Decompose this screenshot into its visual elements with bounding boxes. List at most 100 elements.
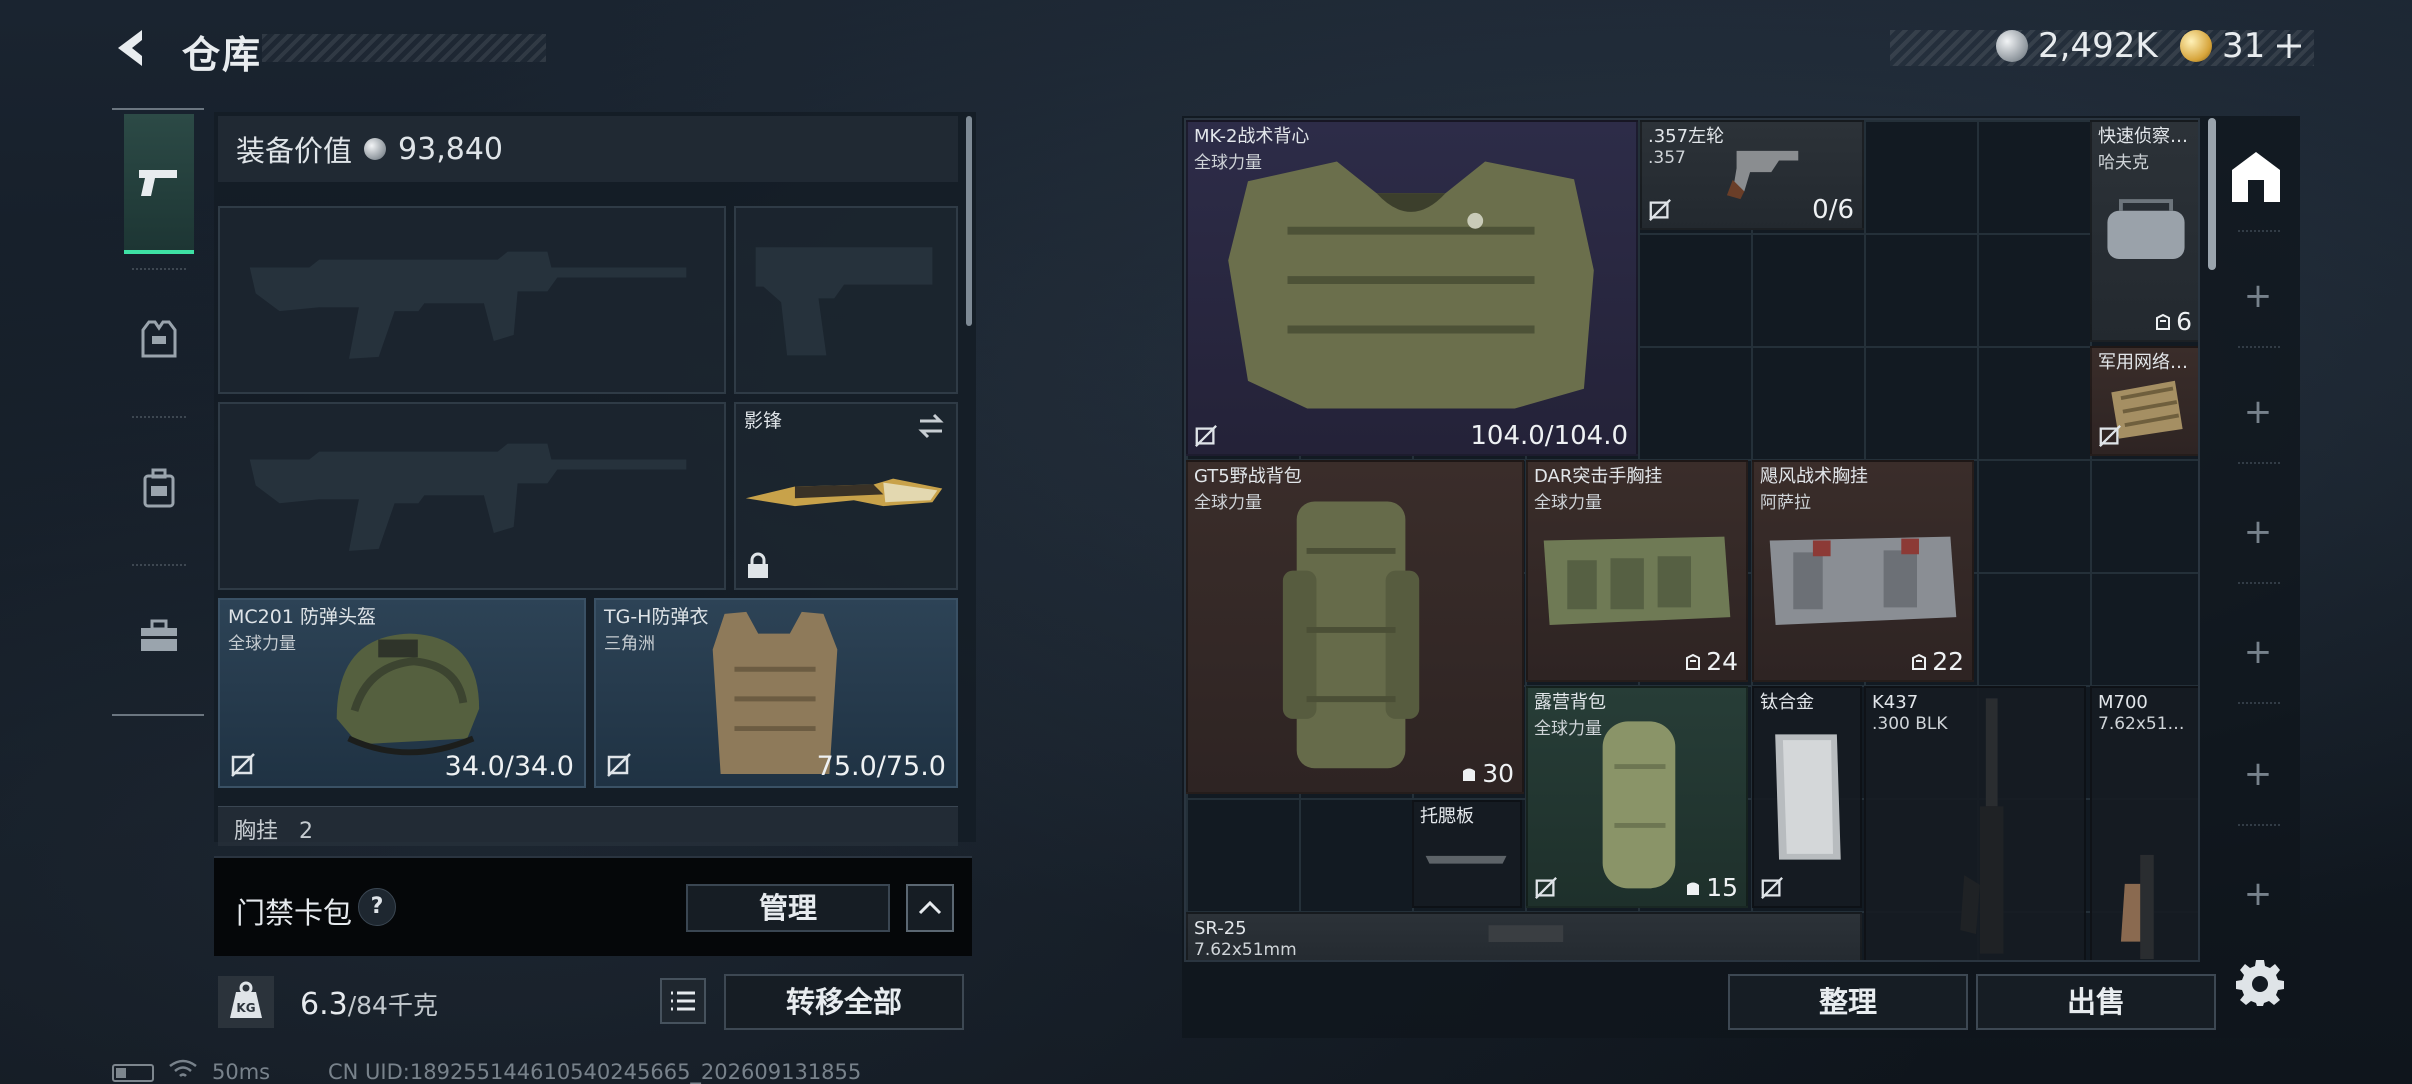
help-button[interactable]: ? bbox=[358, 888, 396, 926]
back-arrow-icon[interactable] bbox=[112, 26, 156, 70]
weight-readout: 6.3/84千克 bbox=[300, 986, 438, 1022]
item-capacity: 6 bbox=[2154, 307, 2192, 336]
stash-item-camping-pack[interactable]: 露营背包 全球力量 15 bbox=[1526, 686, 1748, 908]
metal-plate-image bbox=[1775, 734, 1841, 860]
uninsured-icon bbox=[1761, 877, 1783, 899]
stash-item-gt5-backpack[interactable]: GT5野战背包 全球力量 30 bbox=[1186, 460, 1524, 794]
capacity-icon bbox=[1686, 653, 1701, 670]
list-icon bbox=[671, 991, 695, 1011]
backpack-image bbox=[1282, 501, 1420, 769]
uninsured-icon bbox=[607, 753, 631, 777]
rifle-image bbox=[1488, 925, 1564, 942]
silver-coin-icon bbox=[364, 138, 387, 160]
chest-rig-count: 2 bbox=[299, 819, 314, 844]
melee-slot[interactable]: 影锋 bbox=[734, 402, 958, 590]
add-stash-tab-button[interactable]: + bbox=[2240, 278, 2276, 314]
stash-scrollbar[interactable] bbox=[2208, 118, 2216, 270]
equipment-value: 93,840 bbox=[398, 131, 503, 167]
stash-item-recon-pack[interactable]: 快速侦察… 哈夫克 6 bbox=[2090, 120, 2198, 342]
rifle-silhouette-icon bbox=[249, 251, 687, 359]
helmet-durability: 34.0/34.0 bbox=[444, 751, 574, 782]
add-stash-tab-button[interactable]: + bbox=[2240, 876, 2276, 912]
armor-name: TG-H防弹衣 bbox=[604, 606, 709, 628]
stash-home-icon[interactable] bbox=[2224, 144, 2288, 208]
body-armor-slot[interactable]: TG-H防弹衣 三角洲 75.0/75.0 bbox=[594, 598, 958, 788]
equipment-value-label: 装备价值 bbox=[236, 134, 353, 168]
armor-vest-icon bbox=[141, 320, 177, 358]
capacity-icon bbox=[1463, 768, 1476, 781]
tactical-vest-image bbox=[1228, 161, 1594, 409]
gold-amount: 31 bbox=[2222, 26, 2266, 66]
svg-text:KG: KG bbox=[236, 1001, 255, 1015]
helmet-slot[interactable]: MC201 防弹头盔 全球力量 34.0/34.0 bbox=[218, 598, 586, 788]
rifle-image bbox=[2120, 854, 2154, 960]
primary-weapon-slot[interactable] bbox=[218, 206, 726, 394]
nav-backpack[interactable] bbox=[124, 418, 194, 558]
nav-weapons[interactable] bbox=[124, 114, 194, 254]
sort-button[interactable]: 整理 bbox=[1728, 974, 1968, 1030]
stash-grid[interactable]: MK-2战术背心 全球力量 104.0/104.0 .357左轮 .357 0/… bbox=[1184, 118, 2200, 962]
stash-tab-column: + + + + + + bbox=[2218, 118, 2298, 948]
stash-item-cheek-rest[interactable]: 托腮板 bbox=[1412, 800, 1522, 908]
sell-button[interactable]: 出售 bbox=[1976, 974, 2216, 1030]
stash-item-sr25[interactable]: SR-25 7.62x51mm bbox=[1186, 912, 1862, 960]
silver-coin-icon bbox=[1996, 30, 2028, 62]
stash-item-357-revolver[interactable]: .357左轮 .357 0/6 bbox=[1640, 120, 1864, 230]
add-stash-tab-button[interactable]: + bbox=[2240, 514, 2276, 550]
loadout-scrollbar[interactable] bbox=[966, 116, 972, 326]
capacity-icon bbox=[1687, 882, 1700, 895]
uninsured-icon bbox=[231, 753, 255, 777]
weight-indicator: KG bbox=[218, 976, 274, 1028]
item-capacity: 24 bbox=[1684, 647, 1738, 676]
uninsured-icon bbox=[2099, 425, 2121, 447]
chest-rig-label: 胸挂 bbox=[234, 819, 279, 844]
stash-item-dar-rig[interactable]: DAR突击手胸挂 全球力量 24 bbox=[1526, 460, 1748, 682]
silver-currency: 2,492K bbox=[1996, 26, 2158, 66]
helmet-name: MC201 防弹头盔 bbox=[228, 606, 376, 628]
category-nav bbox=[112, 108, 204, 716]
armor-durability: 75.0/75.0 bbox=[816, 751, 946, 782]
stash-item-mk2-vest[interactable]: MK-2战术背心 全球力量 104.0/104.0 bbox=[1186, 120, 1638, 456]
add-stash-tab-button[interactable]: + bbox=[2240, 394, 2276, 430]
stash-item-m700[interactable]: M700 7.62x51… bbox=[2090, 686, 2198, 960]
melee-name: 影锋 bbox=[744, 410, 783, 432]
sidearm-slot[interactable] bbox=[734, 206, 958, 394]
page-title: 仓库 bbox=[182, 33, 263, 77]
nav-toolbox[interactable] bbox=[124, 566, 194, 706]
stash-item-military-network[interactable]: 军用网络… bbox=[2090, 346, 2198, 456]
item-capacity: 30 bbox=[1460, 759, 1514, 788]
chest-rig-row[interactable]: 胸挂 2 bbox=[218, 806, 958, 846]
pistol-silhouette-icon bbox=[755, 247, 933, 356]
stash-item-titanium[interactable]: 钛合金 bbox=[1752, 686, 1862, 908]
nav-armor[interactable] bbox=[124, 270, 194, 410]
list-view-button[interactable] bbox=[660, 978, 706, 1024]
rifle-silhouette-icon bbox=[249, 443, 687, 551]
helmet-faction: 全球力量 bbox=[228, 634, 296, 654]
secondary-weapon-slot[interactable] bbox=[218, 402, 726, 590]
pistol-icon bbox=[139, 170, 177, 196]
swap-icon[interactable] bbox=[916, 412, 946, 440]
gold-currency[interactable]: 31 bbox=[2180, 26, 2303, 66]
transfer-all-button[interactable]: 转移全部 bbox=[724, 974, 964, 1030]
add-currency-icon[interactable] bbox=[2275, 32, 2303, 60]
armor-faction: 三角洲 bbox=[604, 634, 655, 654]
stash-item-hurricane-rig[interactable]: 飓风战术胸挂 阿萨拉 22 bbox=[1752, 460, 1974, 682]
item-durability: 104.0/104.0 bbox=[1470, 421, 1628, 451]
user-uid: CN UID:18925514461054024566­5_2026091318… bbox=[328, 1060, 862, 1084]
expand-button[interactable] bbox=[906, 884, 954, 932]
lock-icon bbox=[748, 552, 768, 578]
silver-amount: 2,492K bbox=[2038, 26, 2158, 66]
manage-button[interactable]: 管理 bbox=[686, 884, 890, 932]
title-decoration bbox=[262, 34, 546, 62]
add-stash-tab-button[interactable]: + bbox=[2240, 634, 2276, 670]
uninsured-icon bbox=[1535, 877, 1557, 899]
rifle-image bbox=[1960, 698, 2004, 954]
backpack-icon bbox=[143, 468, 175, 508]
battery-icon bbox=[112, 1064, 154, 1082]
add-stash-tab-button[interactable]: + bbox=[2240, 756, 2276, 792]
cheek-rest-image bbox=[1425, 855, 1507, 864]
capacity-icon bbox=[2156, 313, 2171, 330]
gear-icon[interactable] bbox=[2236, 958, 2284, 1006]
wifi-icon bbox=[169, 1059, 197, 1077]
stash-item-k437[interactable]: K437 .300 BLK bbox=[1864, 686, 2086, 960]
